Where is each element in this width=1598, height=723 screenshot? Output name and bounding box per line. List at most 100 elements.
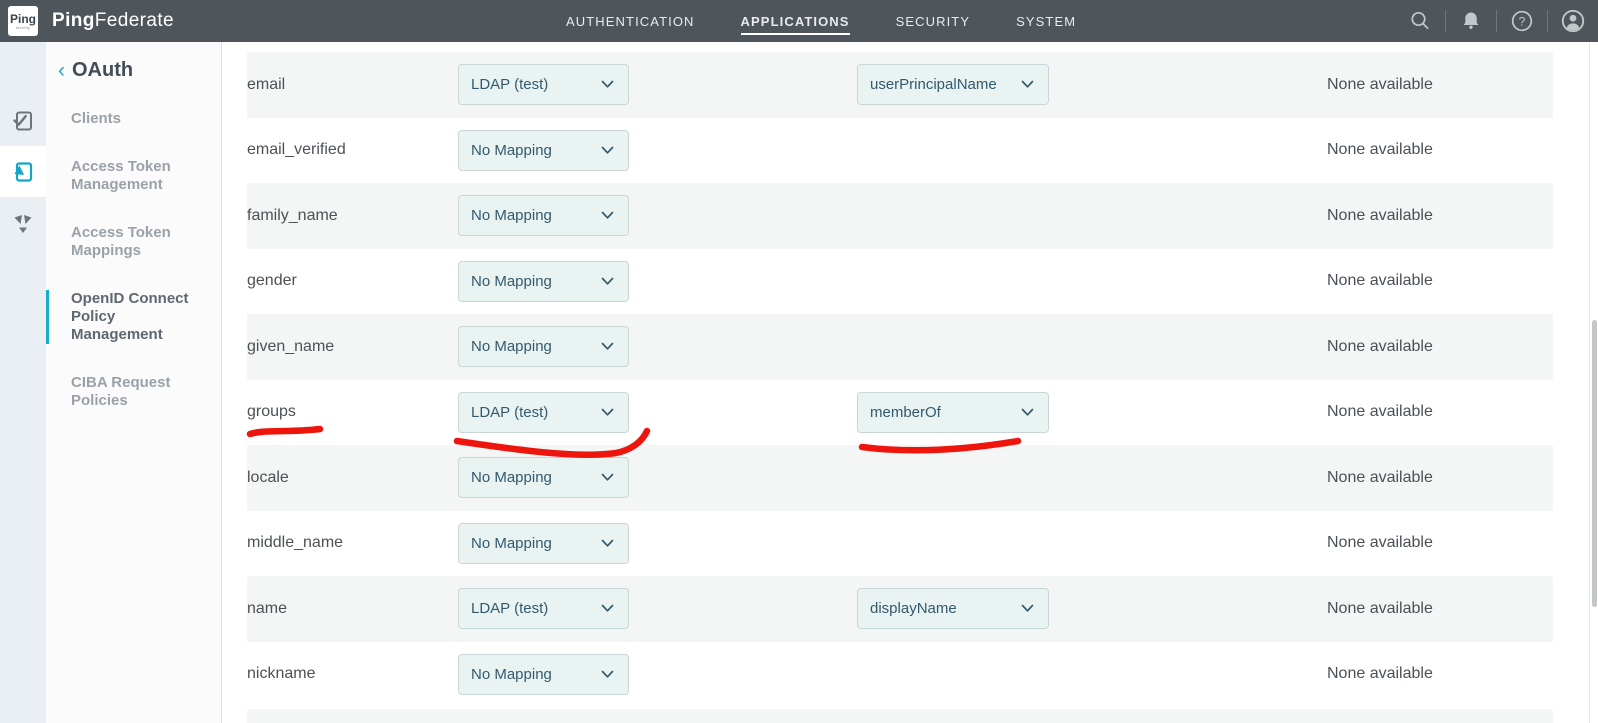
account-avatar-icon[interactable] [1560, 8, 1586, 34]
source-dropdown-email_verified[interactable]: No Mapping [458, 130, 629, 171]
nav-tab-applications[interactable]: APPLICATIONS [741, 14, 850, 29]
source-dropdown-value: No Mapping [471, 666, 552, 683]
header-divider [1445, 10, 1446, 32]
attribute-label: email [247, 76, 285, 94]
source-dropdown-value: No Mapping [471, 469, 552, 486]
help-icon[interactable]: ? [1509, 8, 1535, 34]
sidebar-item-clients[interactable]: Clients [46, 110, 221, 128]
svg-text:?: ? [1519, 15, 1526, 29]
source-dropdown-nickname[interactable]: No Mapping [458, 654, 629, 695]
chevron-down-icon [1021, 604, 1034, 613]
source-dropdown-email[interactable]: LDAP (test) [458, 64, 629, 105]
clients-check-icon[interactable] [0, 95, 46, 146]
source-dropdown-value: No Mapping [471, 142, 552, 159]
attribute-label: family_name [247, 207, 338, 225]
chevron-down-icon [601, 670, 614, 679]
attribute-label: given_name [247, 338, 334, 356]
scrollbar-thumb[interactable] [1592, 320, 1597, 607]
header-actions: ? [1407, 8, 1598, 34]
access-token-icon[interactable] [0, 146, 46, 197]
chevron-down-icon [601, 473, 614, 482]
icon-rail [0, 42, 46, 723]
chevron-down-icon [601, 146, 614, 155]
value-dropdown-value: userPrincipalName [870, 76, 997, 93]
chevron-down-icon [601, 80, 614, 89]
chevron-down-icon [1021, 80, 1034, 89]
value-dropdown-value: displayName [870, 600, 957, 617]
source-dropdown-value: No Mapping [471, 207, 552, 224]
chevron-down-icon [1021, 408, 1034, 417]
mapping-row-nickname: nickname No Mapping None available [247, 642, 1553, 708]
availability-text: None available [1327, 534, 1433, 552]
source-dropdown-family_name[interactable]: No Mapping [458, 195, 629, 236]
sidebar-item-openid-connect-policy-management[interactable]: OpenID Connect Policy Management [46, 290, 221, 344]
mapping-row-name: name LDAP (test) displayName None available [247, 576, 1553, 642]
attribute-mapping-table: email LDAP (test) userPrincipalName None av… [247, 52, 1553, 723]
chevron-down-icon [601, 211, 614, 220]
chevron-down-icon [601, 539, 614, 548]
source-dropdown-groups[interactable]: LDAP (test) [458, 392, 629, 433]
value-dropdown-email[interactable]: userPrincipalName [857, 64, 1049, 105]
availability-text: None available [1327, 207, 1433, 225]
value-dropdown-groups[interactable]: memberOf [857, 392, 1049, 433]
oauth-back-link[interactable]: ‹ OAuth [58, 59, 221, 82]
next-row-partial [247, 709, 1553, 723]
mapping-row-groups: groupsLDAP (test)memberOfNone available [247, 380, 1553, 446]
availability-text: None available [1327, 338, 1433, 356]
header-divider [1547, 10, 1548, 32]
source-dropdown-given_name[interactable]: No Mapping [458, 326, 629, 367]
app-title: PingFederate [52, 10, 174, 32]
sidebar-item-access-token-mappings[interactable]: Access Token Mappings [46, 224, 221, 260]
mapping-row-family_name: family_name No Mapping None available [247, 183, 1553, 249]
mapping-row-given_name: given_name No Mapping None available [247, 314, 1553, 380]
ping-identity-logo[interactable]: Ping Identity [8, 6, 38, 36]
nav-tab-authentication[interactable]: AUTHENTICATION [566, 14, 695, 29]
chevron-down-icon [601, 342, 614, 351]
attribute-label: nickname [247, 665, 315, 683]
mapping-row-locale: locale No Mapping None available [247, 445, 1553, 511]
value-dropdown-name[interactable]: displayName [857, 588, 1049, 629]
source-dropdown-value: No Mapping [471, 338, 552, 355]
chevron-down-icon [601, 604, 614, 613]
source-dropdown-value: LDAP (test) [471, 600, 548, 617]
attribute-label: gender [247, 272, 297, 290]
chevron-left-icon: ‹ [58, 61, 65, 81]
attribute-label: name [247, 600, 287, 618]
availability-text: None available [1327, 272, 1433, 290]
sidebar-oauth: ‹ OAuth Clients Access Token Management Ac… [46, 42, 222, 723]
mapping-row-email_verified: email_verified No Mapping None available [247, 118, 1553, 184]
sidebar-item-ciba-request-policies[interactable]: CIBA Request Policies [46, 374, 221, 410]
sidebar-menu: Clients Access Token Management Access Tok… [46, 110, 221, 410]
attribute-label: locale [247, 469, 289, 487]
attribute-label: groups [247, 403, 296, 421]
source-dropdown-gender[interactable]: No Mapping [458, 261, 629, 302]
availability-text: None available [1327, 76, 1433, 94]
nav-tab-system[interactable]: SYSTEM [1016, 14, 1076, 29]
mapping-row-gender: gender No Mapping None available [247, 249, 1553, 315]
chevron-down-icon [601, 277, 614, 286]
policy-trefoil-icon[interactable] [0, 197, 46, 248]
source-dropdown-value: LDAP (test) [471, 404, 548, 421]
value-dropdown-value: memberOf [870, 404, 941, 421]
sidebar-item-access-token-management[interactable]: Access Token Management [46, 158, 221, 194]
source-dropdown-middle_name[interactable]: No Mapping [458, 523, 629, 564]
availability-text: None available [1327, 141, 1433, 159]
nav-tab-security[interactable]: SECURITY [896, 14, 971, 29]
availability-text: None available [1327, 469, 1433, 487]
source-dropdown-locale[interactable]: No Mapping [458, 457, 629, 498]
source-dropdown-value: No Mapping [471, 273, 552, 290]
notifications-bell-icon[interactable] [1458, 8, 1484, 34]
sidebar-section-title: OAuth [72, 59, 133, 82]
logo-subtext: Identity [16, 25, 31, 30]
search-icon[interactable] [1407, 8, 1433, 34]
source-dropdown-name[interactable]: LDAP (test) [458, 588, 629, 629]
app-header: Ping Identity PingFederate AUTHENTICATIO… [0, 0, 1598, 42]
chevron-down-icon [601, 408, 614, 417]
source-dropdown-value: No Mapping [471, 535, 552, 552]
availability-text: None available [1327, 600, 1433, 618]
attribute-label: email_verified [247, 141, 346, 159]
availability-text: None available [1327, 665, 1433, 683]
mapping-row-email: email LDAP (test) userPrincipalName None av… [247, 52, 1553, 118]
attribute-label: middle_name [247, 534, 343, 552]
scrollbar-track[interactable] [1589, 42, 1598, 723]
